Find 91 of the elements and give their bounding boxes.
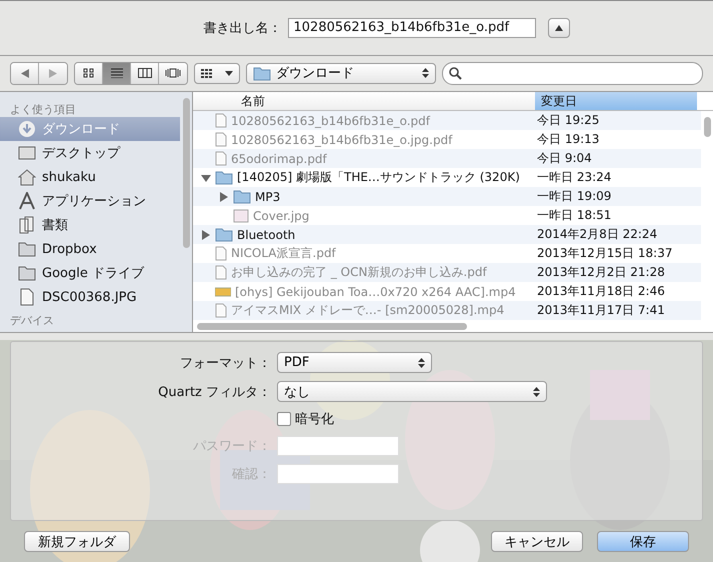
folder-icon (253, 66, 271, 81)
grid-view-icon (82, 68, 94, 78)
grid-icon (201, 68, 213, 78)
file-name: お申し込みの完了 _ OCN新規のお申し込み.pdf (231, 264, 487, 281)
modified-date: 今日 19:13 (536, 131, 600, 148)
desktop-icon (18, 145, 36, 161)
view-mode-button[interactable] (103, 62, 131, 84)
folder-icon (18, 265, 36, 281)
updown-arrows-icon (422, 68, 429, 78)
file-name: [140205] 劇場版「THE…サウンドトラック (320K) (237, 169, 520, 186)
download-icon (18, 120, 36, 138)
file-name: 10280562163_b14b6fb31e_o.pdf (231, 114, 430, 128)
password-field[interactable] (277, 436, 399, 456)
folder-icon (215, 227, 233, 242)
view-mode-button[interactable] (75, 62, 103, 84)
sidebar-item[interactable]: shukaku (0, 165, 180, 189)
disclosure-triangle-icon[interactable] (201, 230, 211, 240)
search-field[interactable] (442, 62, 703, 85)
modified-date: 一昨日 23:24 (536, 169, 612, 186)
sidebar-section-title: よく使う項目 (9, 102, 77, 117)
format-label: フォーマット： (180, 356, 271, 370)
cover-flow-icon (165, 68, 181, 78)
search-icon (449, 66, 462, 80)
scrollbar-thumb[interactable] (197, 322, 467, 330)
export-name-label: 書き出し名： (204, 20, 282, 37)
updown-arrows-icon (533, 386, 540, 396)
video-file-icon (215, 286, 231, 298)
modified-date: 一昨日 19:09 (536, 188, 612, 205)
file-name: Cover.jpg (253, 208, 310, 222)
back-button[interactable] (11, 62, 39, 84)
quartz-filter-label: Quartz フィルタ： (158, 384, 271, 400)
save-button[interactable]: 保存 (597, 531, 689, 552)
export-name-field[interactable]: 10280562163_b14b6fb31e_o.pdf (288, 18, 536, 38)
encrypt-label: 暗号化 (295, 411, 334, 428)
confirm-field[interactable] (277, 464, 399, 484)
file-name: 65odorimap.pdf (231, 152, 327, 166)
sidebar-section-title: デバイス (9, 313, 55, 328)
modified-date: 2013年11月18日 2:46 (536, 283, 665, 300)
sidebar-item[interactable]: デスクトップ (0, 141, 180, 165)
sidebar-item[interactable]: Dropbox (0, 237, 180, 261)
sidebar-item[interactable]: アプリケーション (0, 189, 180, 213)
modified-date: 2014年2月8日 22:24 (536, 226, 658, 243)
document-icon (18, 288, 36, 306)
format-popup[interactable]: PDF (277, 352, 432, 373)
folder-icon (233, 189, 251, 204)
scrollbar-thumb[interactable] (182, 98, 190, 248)
triangle-up-icon (554, 24, 562, 31)
home-icon (18, 168, 36, 186)
modified-date: 2013年12月15日 18:37 (536, 245, 672, 262)
scrollbar-thumb[interactable] (704, 117, 710, 137)
checkbox[interactable] (277, 412, 291, 426)
arrange-menu[interactable] (194, 62, 240, 84)
quartz-filter-popup[interactable]: なし (277, 381, 547, 402)
column-header[interactable]: 変更日 (535, 92, 697, 110)
updown-arrows-icon (418, 358, 425, 368)
apps-icon (18, 192, 36, 210)
sidebar-item[interactable]: DSC00368.JPG (0, 285, 180, 309)
file-name: Bluetooth (237, 228, 296, 242)
file-name: NICOLA派宣言.pdf (231, 245, 336, 262)
collapse-button[interactable] (548, 18, 570, 38)
view-mode-button[interactable] (131, 62, 159, 84)
file-name: MP3 (255, 190, 280, 204)
sidebar-item[interactable]: Google ドライブ (0, 261, 180, 285)
caret-icon (225, 70, 233, 76)
column-header[interactable]: 名前 (193, 92, 535, 110)
back-forward-control[interactable] (10, 62, 68, 85)
modified-date: 2013年11月17日 7:41 (536, 302, 665, 319)
columns-view-icon (138, 68, 152, 78)
folder-icon (18, 241, 36, 257)
forward-arrow-icon (49, 68, 57, 78)
modified-date: 2013年12月2日 21:28 (536, 264, 665, 281)
view-mode-control[interactable] (74, 62, 188, 85)
view-mode-button[interactable] (159, 62, 187, 84)
folder-icon (215, 170, 233, 185)
modified-date: 今日 19:25 (536, 112, 600, 129)
back-arrow-icon (20, 68, 28, 78)
location-popup[interactable]: ダウンロード (246, 62, 436, 84)
forward-button[interactable] (39, 62, 67, 84)
modified-date: 一昨日 18:51 (536, 207, 612, 224)
documents-icon (18, 216, 36, 234)
cancel-button[interactable]: キャンセル (491, 531, 583, 552)
file-name: アイマスMIX メドレーで…- [sm20005028].mp4 (231, 302, 504, 319)
list-view-icon (110, 68, 122, 78)
image-file-icon (233, 208, 249, 222)
disclosure-triangle-icon[interactable] (201, 172, 211, 182)
new-folder-button[interactable]: 新規フォルダ (24, 531, 130, 552)
disclosure-triangle-icon[interactable] (219, 192, 229, 202)
file-name: 10280562163_b14b6fb31e_o.jpg.pdf (231, 132, 452, 146)
file-name: [ohys] Gekijouban Toa…0x720 x264 AAC].mp4 (235, 284, 516, 298)
modified-date: 今日 9:04 (536, 150, 592, 167)
sidebar-item[interactable]: 書類 (0, 213, 180, 237)
